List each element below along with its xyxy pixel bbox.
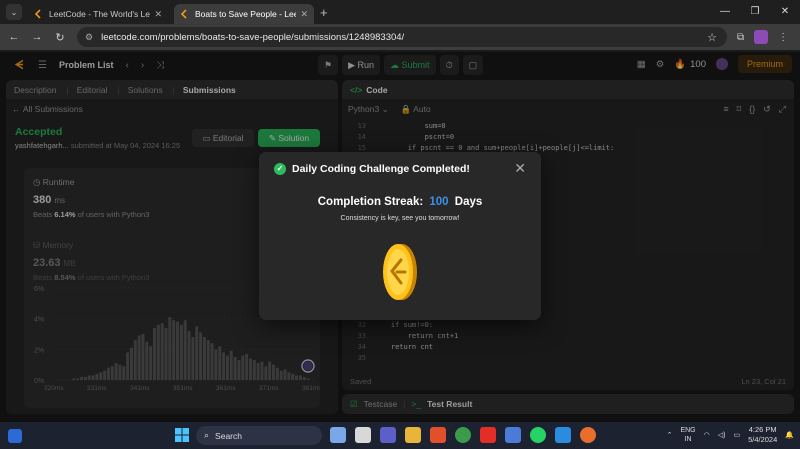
security-icon[interactable] xyxy=(505,427,521,443)
windows-start-icon[interactable] xyxy=(175,428,189,442)
close-window-icon[interactable]: ✕ xyxy=(770,0,800,24)
address-bar[interactable]: ⚙ leetcode.com/problems/boats-to-save-pe… xyxy=(77,27,727,47)
minimize-icon[interactable]: — xyxy=(710,0,740,24)
streak-prefix: Completion Streak: xyxy=(317,196,424,208)
search-label: Search xyxy=(215,430,242,441)
taskbar-apps xyxy=(330,427,596,443)
streak-value: 100 xyxy=(429,196,449,208)
tab-title: Boats to Save People - LeetCod xyxy=(195,9,297,19)
browser-tab-boats[interactable]: Boats to Save People - LeetCod ✕ xyxy=(174,4,314,24)
volume-icon[interactable]: ◁) xyxy=(718,431,726,439)
vscode-icon[interactable] xyxy=(555,427,571,443)
taskbar-search[interactable]: ⌕ Search xyxy=(196,426,322,445)
streak-suffix: Days xyxy=(454,196,483,208)
extensions-icon[interactable]: ⧉ xyxy=(737,32,744,43)
browser-menu-icon[interactable]: ⋮ xyxy=(778,32,788,43)
brave-icon[interactable] xyxy=(430,427,446,443)
modal-message: Consistency is key, see you tomorrow! xyxy=(340,215,460,222)
task-view-icon[interactable] xyxy=(355,427,371,443)
url-text: leetcode.com/problems/boats-to-save-peop… xyxy=(101,31,405,43)
system-tray: ⌃ ENG IN ◠ ◁) ▭ 4:26 PM 5/4/2024 🔔 xyxy=(667,425,794,445)
reload-icon[interactable]: ↻ xyxy=(51,31,69,44)
file-icon[interactable] xyxy=(330,427,346,443)
tab-title: LeetCode - The World's Leading xyxy=(49,9,151,19)
browser-tabstrip: ⌄ LeetCode - The World's Leading ✕ Boats… xyxy=(0,0,800,24)
completion-streak: Completion Streak: 100 Days xyxy=(259,196,541,208)
search-icon: ⌕ xyxy=(204,430,210,440)
window-controls: — ❐ ✕ xyxy=(710,0,800,24)
leetcode-favicon-icon xyxy=(180,9,187,19)
battery-icon[interactable]: ▭ xyxy=(733,431,740,439)
leetcode-coin-icon xyxy=(383,244,417,300)
back-icon[interactable]: ← xyxy=(5,31,23,43)
daily-challenge-modal: ✓ Daily Coding Challenge Completed! ✕ Co… xyxy=(259,152,541,320)
teams-icon[interactable] xyxy=(380,427,396,443)
modal-title: Daily Coding Challenge Completed! xyxy=(292,163,470,175)
browser-toolbar: ← → ↻ ⚙ leetcode.com/problems/boats-to-s… xyxy=(0,24,800,50)
whatsapp-icon[interactable] xyxy=(530,427,546,443)
new-tab-icon[interactable]: + xyxy=(320,5,328,20)
tab-close-icon[interactable]: ✕ xyxy=(300,9,308,20)
file-explorer-icon[interactable] xyxy=(405,427,421,443)
forward-icon[interactable]: → xyxy=(28,31,46,43)
close-icon[interactable]: ✕ xyxy=(514,160,526,177)
leetcode-favicon-icon xyxy=(34,9,41,19)
tab-search-icon[interactable]: ⌄ xyxy=(6,4,22,20)
site-info-icon[interactable]: ⚙ xyxy=(85,32,93,43)
profile-avatar[interactable] xyxy=(754,30,769,44)
youtube-icon[interactable] xyxy=(480,427,496,443)
clock[interactable]: 4:26 PM 5/4/2024 xyxy=(748,425,777,445)
widgets-icon[interactable] xyxy=(8,428,22,443)
bookmark-star-icon[interactable]: ☆ xyxy=(707,31,717,44)
browser-tab-leetcode[interactable]: LeetCode - The World's Leading ✕ xyxy=(28,4,168,24)
input-language[interactable]: ENG IN xyxy=(680,426,695,444)
tray-chevron-icon[interactable]: ⌃ xyxy=(667,431,673,439)
restore-icon[interactable]: ❐ xyxy=(740,0,770,24)
windows-taskbar: ⌕ Search ⌃ ENG IN ◠ ◁) ▭ 4:26 PM 5/4/2024 … xyxy=(0,422,800,449)
notification-icon[interactable]: 🔔 xyxy=(785,431,794,439)
check-circle-icon: ✓ xyxy=(274,163,286,175)
chrome-canary-icon[interactable] xyxy=(580,427,596,443)
chrome-icon[interactable] xyxy=(455,427,471,443)
wifi-icon[interactable]: ◠ xyxy=(704,431,710,439)
tab-close-icon[interactable]: ✕ xyxy=(154,9,162,20)
